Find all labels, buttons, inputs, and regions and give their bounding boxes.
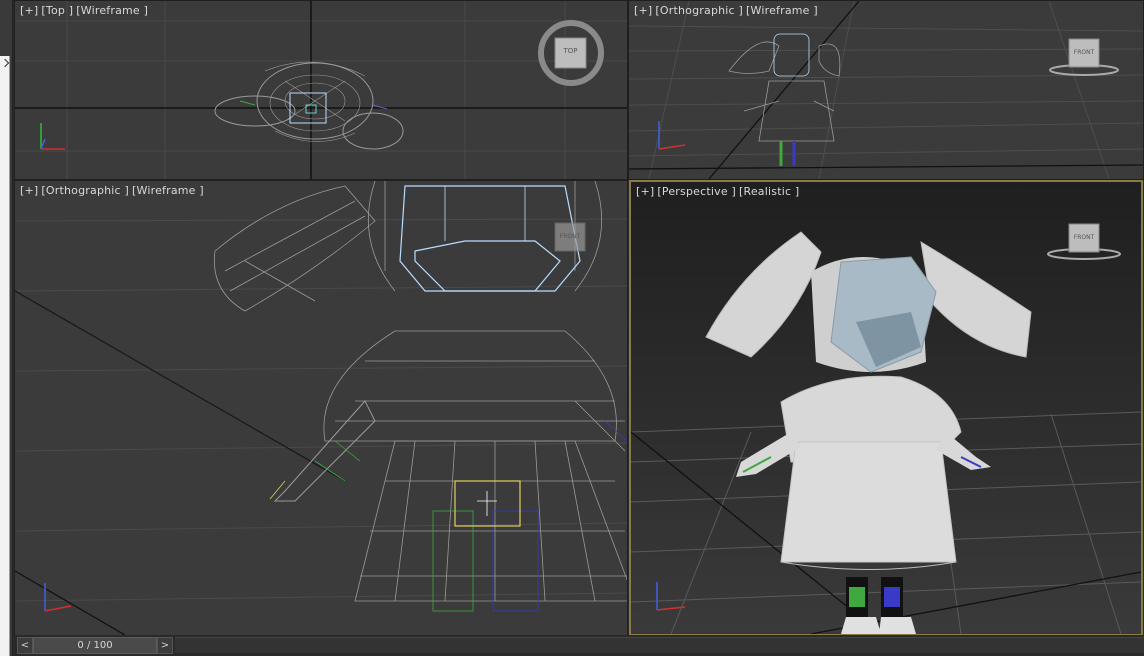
left-panel-edge (0, 0, 13, 656)
timeline-track[interactable] (175, 637, 1144, 653)
model-front-small-wireframe[interactable] (728, 33, 841, 166)
viewport-shading-menu[interactable]: [Wireframe ] (746, 4, 818, 17)
viewport-view-menu[interactable]: [Orthographic ] (41, 184, 129, 197)
model-top-wireframe[interactable] (214, 61, 404, 150)
chevron-right-icon[interactable] (0, 58, 10, 68)
viewcube-top-label: TOP (563, 47, 578, 55)
viewcube-perspective-label: FRONT (1073, 234, 1095, 241)
viewport-top-label[interactable]: [+] [Top ] [Wireframe ] (20, 4, 148, 17)
side-panel-paper (0, 56, 10, 656)
viewport-front-small-label[interactable]: [+] [Orthographic ] [Wireframe ] (634, 4, 818, 17)
perspective-canvas (631, 182, 1141, 634)
viewport-front-large-label[interactable]: [+] [Orthographic ] [Wireframe ] (20, 184, 204, 197)
axis-tripod-icon (40, 123, 65, 150)
front-large-canvas (15, 181, 627, 635)
axis-tripod-icon (658, 121, 686, 150)
timeline-next-button[interactable]: > (157, 637, 173, 654)
viewcube-front-large-label: FRONT (559, 233, 581, 240)
timeline-prev-button[interactable]: < (17, 637, 33, 654)
viewport-plus-menu[interactable]: [+] (636, 185, 654, 198)
viewport-plus-menu[interactable]: [+] (634, 4, 652, 17)
front-small-canvas (629, 1, 1143, 179)
top-view-canvas (15, 1, 627, 179)
viewport-shading-menu[interactable]: [Wireframe ] (76, 4, 148, 17)
timeline-bar: < 0 / 100 > (15, 635, 1144, 656)
viewport-shading-menu[interactable]: [Wireframe ] (132, 184, 204, 197)
viewport-view-menu[interactable]: [Orthographic ] (655, 4, 743, 17)
viewport-view-menu[interactable]: [Top ] (41, 4, 73, 17)
axis-tripod-icon (44, 583, 72, 612)
viewport-plus-menu[interactable]: [+] (20, 184, 38, 197)
viewport-front-small[interactable]: [+] [Orthographic ] [Wireframe ] FRONT (628, 0, 1144, 180)
viewport-front-large[interactable]: [+] [Orthographic ] [Wireframe ] FRONT (14, 180, 628, 636)
viewport-shading-menu[interactable]: [Realistic ] (739, 185, 799, 198)
viewport-top[interactable]: [+] [Top ] [Wireframe ] TOP (14, 0, 628, 180)
viewcube-front-small-label: FRONT (1073, 49, 1095, 56)
viewport-plus-menu[interactable]: [+] (20, 4, 38, 17)
viewport-view-menu[interactable]: [Perspective ] (657, 185, 736, 198)
viewport-perspective-label[interactable]: [+] [Perspective ] [Realistic ] (636, 185, 799, 198)
time-slider[interactable]: 0 / 100 (33, 637, 157, 654)
viewcube-front-icon[interactable] (1049, 38, 1119, 76)
viewport-perspective[interactable]: [+] [Perspective ] [Realistic ] FRONT (629, 180, 1143, 636)
